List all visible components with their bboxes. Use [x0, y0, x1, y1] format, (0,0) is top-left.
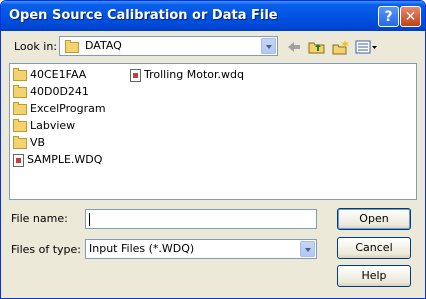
help-button[interactable]: Help — [337, 265, 411, 287]
folder-icon — [13, 84, 27, 98]
folder-icon — [13, 118, 27, 132]
item-label: Labview — [30, 119, 76, 132]
view-menu-icon[interactable] — [355, 39, 379, 55]
new-folder-icon[interactable] — [332, 39, 350, 55]
item-label: 40CE1FAA — [30, 68, 87, 81]
item-label: SAMPLE.WDQ — [27, 153, 103, 166]
list-item[interactable]: VB — [13, 135, 45, 151]
up-folder-icon[interactable] — [308, 39, 326, 55]
list-item[interactable]: Trolling Motor.wdq — [130, 67, 244, 83]
files-of-type-dropdown-icon[interactable] — [300, 241, 315, 257]
item-label: 40D0D241 — [30, 85, 89, 98]
wdq-file-icon — [13, 153, 24, 167]
files-of-type-value: Input Files (*.WDQ) — [89, 242, 195, 255]
cancel-button[interactable]: Cancel — [337, 237, 411, 259]
folder-icon — [13, 67, 27, 81]
folder-icon — [13, 135, 27, 149]
help-title-button[interactable]: ? — [378, 6, 399, 27]
look-in-label: Look in: — [14, 40, 57, 53]
look-in-combo[interactable]: DATAQ — [59, 36, 278, 56]
look-in-value: DATAQ — [85, 39, 122, 52]
look-in-dropdown-icon[interactable] — [261, 38, 276, 54]
item-label: ExcelProgram — [30, 102, 106, 115]
list-item[interactable]: 40D0D241 — [13, 84, 89, 100]
open-file-dialog: Open Source Calibration or Data File ? ✕… — [0, 0, 426, 299]
title-bar[interactable]: Open Source Calibration or Data File ? ✕ — [1, 1, 425, 31]
list-item[interactable]: Labview — [13, 118, 75, 134]
file-name-label: File name: — [11, 212, 68, 225]
files-of-type-combo[interactable]: Input Files (*.WDQ) — [85, 239, 317, 259]
text-caret — [89, 213, 90, 226]
folder-icon — [13, 101, 27, 115]
folder-icon — [65, 40, 79, 53]
list-item[interactable]: SAMPLE.WDQ — [13, 152, 102, 168]
item-label: VB — [30, 136, 46, 149]
file-name-input[interactable] — [85, 209, 317, 229]
close-button[interactable]: ✕ — [400, 6, 421, 27]
back-arrow-icon[interactable] — [286, 39, 302, 55]
open-button[interactable]: Open — [337, 208, 411, 230]
item-label: Trolling Motor.wdq — [144, 68, 244, 81]
files-of-type-label: Files of type: — [11, 243, 82, 256]
dialog-title: Open Source Calibration or Data File — [9, 8, 278, 23]
wdq-file-icon — [130, 68, 141, 82]
file-list[interactable]: 40CE1FAA 40D0D241 ExcelProgram Labview V… — [9, 63, 417, 200]
list-item[interactable]: 40CE1FAA — [13, 67, 86, 83]
list-item[interactable]: ExcelProgram — [13, 101, 106, 117]
